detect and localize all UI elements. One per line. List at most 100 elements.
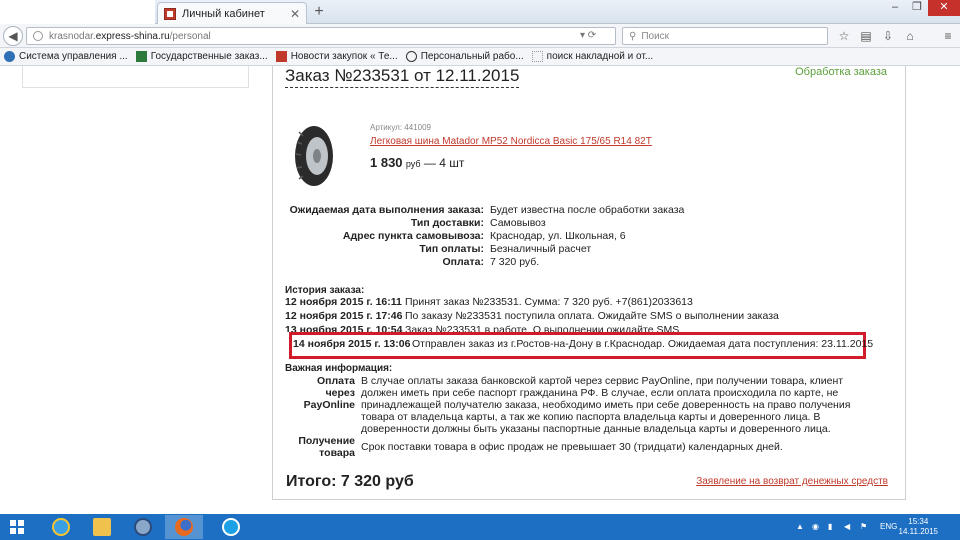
home-icon[interactable]: ⌂ — [902, 27, 918, 45]
order-history: 12 ноября 2015 г. 16:11 Принят заказ №23… — [285, 295, 885, 332]
price-currency: руб — [405, 159, 421, 169]
network-icon[interactable]: ▮ — [828, 514, 832, 540]
price-qty: — 4 шт — [423, 156, 465, 170]
bookmark-label: Государственные заказ... — [150, 51, 268, 62]
detail-label: Тип доставки: — [410, 217, 484, 229]
system-clock[interactable]: 15:34 14.11.2015 — [899, 517, 938, 537]
history-row: 12 ноября 2015 г. 17:46 По заказу №23353… — [285, 309, 885, 323]
bookmark-page-icon — [531, 51, 543, 62]
important-label: Оплата через PayOnline — [303, 375, 355, 411]
bookmark-star-icon[interactable]: ☆ — [836, 27, 852, 45]
bookmark-label: Новости закупок « Те... — [290, 51, 398, 62]
blank-tab-area — [0, 0, 155, 24]
history-date: 12 ноября 2015 г. 17:46 — [285, 310, 403, 322]
menu-icon[interactable]: ≡ — [940, 27, 956, 45]
tire-image[interactable] — [293, 124, 335, 188]
highlighted-history-date: 14 ноября 2015 г. 13:06 — [293, 338, 411, 350]
bookmark-site-icon — [275, 51, 287, 62]
close-window-button[interactable]: ✕ — [928, 0, 960, 16]
search-input[interactable]: ⚲ Поиск — [622, 27, 828, 45]
important-text: Срок поставки товара в офис продаж не пр… — [361, 441, 783, 453]
detail-label: Адрес пункта самовывоза: — [342, 230, 484, 242]
volume-icon[interactable]: ◀ — [844, 514, 850, 540]
tab-bar: Личный кабинет ✕ + – ❐ ✕ — [0, 0, 960, 24]
reload-icon[interactable]: ▾ ⟳ — [580, 30, 596, 41]
history-text: По заказу №233531 поступила оплата. Ожид… — [405, 310, 779, 322]
url-path: /personal — [169, 30, 211, 42]
bookmarks-toolbar: Система управления ... Государственные з… — [0, 48, 960, 66]
bookmark-label: Персональный рабо... — [420, 51, 524, 62]
detail-value: Будет известна после обработки заказа — [490, 204, 685, 216]
maximize-button[interactable]: ❐ — [906, 0, 928, 16]
site-favicon-icon — [164, 7, 176, 20]
search-icon: ⚲ — [629, 30, 637, 42]
tray-arrow-icon[interactable]: ▲ — [796, 514, 804, 540]
globe-icon — [33, 31, 43, 41]
nav-bar: ◀ krasnodar. express-shina.ru /personal … — [0, 24, 960, 48]
product-price: 1 830 руб — 4 шт — [370, 155, 464, 170]
detail-value: Краснодар, ул. Школьная, 6 — [490, 230, 626, 242]
bookmark-site-icon — [405, 51, 417, 62]
tab-close-icon[interactable]: ✕ — [290, 7, 300, 21]
history-text: Заказ №233531 в работе. О выполнении ожи… — [405, 324, 680, 332]
address-bar[interactable]: krasnodar. express-shina.ru /personal — [26, 27, 616, 45]
windows-taskbar: ▲ ◉ ▮ ◀ ⚑ ENG 15:34 14.11.2015 — [0, 514, 960, 540]
detail-label: Тип оплаты: — [419, 243, 484, 255]
bookmark-item[interactable]: Система управления ... — [0, 48, 132, 66]
app-globe-icon[interactable] — [124, 515, 162, 539]
detail-row: Оплата: 7 320 руб. — [285, 256, 885, 269]
important-text: В случае оплаты заказа банковской картой… — [361, 375, 851, 435]
bookmark-site-icon — [4, 51, 15, 62]
bookmark-item[interactable]: поиск накладной и от... — [528, 48, 657, 66]
detail-row: Адрес пункта самовывоза: Краснодар, ул. … — [285, 230, 885, 243]
bookmark-item[interactable]: Персональный рабо... — [402, 48, 528, 66]
clock-time: 15:34 — [908, 517, 929, 526]
order-status-badge: Обработка заказа — [795, 66, 887, 78]
firefox-icon[interactable] — [165, 515, 203, 539]
detail-row: Тип оплаты: Безналичный расчет — [285, 243, 885, 256]
new-tab-button[interactable]: + — [311, 3, 327, 21]
price-value: 1 830 — [370, 155, 403, 170]
highlighted-history-text: Отправлен заказ из г.Ростов-на-Дону в г.… — [412, 338, 874, 350]
order-title: Заказ №233531 от 12.11.2015 — [285, 66, 520, 88]
detail-row: Тип доставки: Самовывоз — [285, 217, 885, 230]
order-details: Ожидаемая дата выполнения заказа: Будет … — [285, 204, 885, 269]
important-title: Важная информация: — [285, 363, 393, 374]
browser-window: Личный кабинет ✕ + – ❐ ✕ ◀ krasnodar. ex… — [0, 0, 960, 514]
important-row: Получение товара Срок поставки товара в … — [285, 435, 885, 459]
bookmark-label: поиск накладной и от... — [546, 51, 654, 62]
download-icon[interactable]: ⇩ — [880, 27, 896, 45]
back-arrow-icon: ◀ — [8, 29, 18, 43]
language-indicator[interactable]: ENG — [880, 514, 897, 540]
back-button[interactable]: ◀ — [3, 26, 23, 46]
skype-icon[interactable] — [212, 515, 250, 539]
bookmarks-list-icon[interactable]: ▤ — [858, 27, 874, 45]
minimize-button[interactable]: – — [884, 0, 906, 16]
bookmark-site-icon — [135, 51, 147, 62]
product-link[interactable]: Легковая шина Matador MP52 Nordicca Basi… — [370, 136, 652, 147]
tab-personal-cabinet[interactable]: Личный кабинет ✕ — [157, 2, 307, 24]
detail-label: Оплата: — [442, 256, 485, 268]
flag-icon[interactable]: ⚑ — [860, 514, 867, 540]
detail-row: Ожидаемая дата выполнения заказа: Будет … — [285, 204, 885, 217]
url-subdomain: krasnodar. — [49, 30, 96, 42]
tray-app-icon[interactable]: ◉ — [812, 514, 819, 540]
bookmark-item[interactable]: Государственные заказ... — [132, 48, 272, 66]
windows-start-icon[interactable] — [10, 520, 24, 534]
order-total: Итого: 7 320 руб — [286, 473, 414, 490]
detail-value: 7 320 руб. — [490, 256, 540, 268]
bookmark-item[interactable]: Новости закупок « Те... — [272, 48, 402, 66]
file-explorer-icon[interactable] — [83, 515, 121, 539]
history-date: 13 ноября 2015 г. 10:54 — [285, 324, 403, 332]
product-article: Артикул: 441009 — [370, 123, 431, 132]
important-label: Получение товара — [298, 435, 355, 459]
history-date: 12 ноября 2015 г. 16:11 — [285, 296, 402, 308]
clock-date: 14.11.2015 — [898, 527, 938, 536]
refund-request-link[interactable]: Заявление на возврат денежных средств — [696, 476, 888, 487]
detail-value: Самовывоз — [490, 217, 546, 229]
detail-value: Безналичный расчет — [490, 243, 592, 255]
bookmark-label: Система управления ... — [19, 51, 128, 62]
url-domain: express-shina.ru — [95, 30, 170, 42]
internet-explorer-icon[interactable] — [42, 515, 80, 539]
tab-title: Личный кабинет — [182, 7, 265, 20]
